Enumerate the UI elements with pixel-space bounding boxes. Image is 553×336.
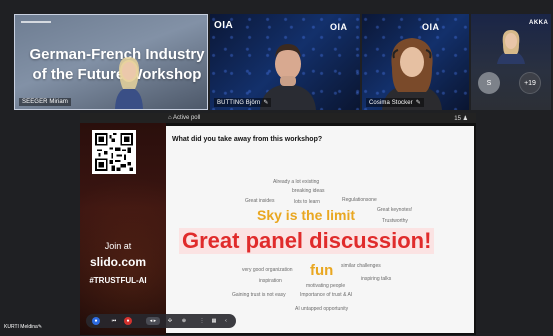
participant-name: BUTTING Björn ✎	[214, 98, 272, 107]
join-label: Join at	[104, 241, 132, 251]
participant-name: SEEGER Miriam	[19, 98, 71, 106]
previous-icon[interactable]: ⏮	[110, 317, 118, 325]
word-cloud-entry: lots to learn	[294, 199, 320, 205]
speaker-figure	[497, 30, 525, 64]
word-cloud-entry: very good organization	[242, 267, 293, 273]
word-cloud-entry: similar challenges	[341, 263, 381, 269]
event-logo	[21, 21, 51, 31]
slido-url: slido.com	[89, 255, 146, 269]
word-cloud-entry: AI untapped opportunity	[295, 306, 349, 312]
word-cloud-entry: Already a lot existing	[273, 179, 320, 185]
mic-muted-icon: ✎	[415, 100, 421, 106]
video-tile-seeger[interactable]: German-French Industry of the Future Wor…	[14, 14, 208, 110]
audio-control[interactable]: ◂ ▸	[146, 317, 160, 325]
video-tile-akka[interactable]: AKKA	[471, 14, 551, 110]
record-button[interactable]: ●	[124, 317, 132, 325]
mic-muted-icon: ✎	[37, 324, 43, 330]
word-cloud-entry: fun	[310, 262, 334, 279]
pointer-icon[interactable]: ✣	[166, 317, 174, 325]
active-poll-label: ⌂ Active poll	[168, 115, 201, 121]
participant-name: Cosima Stocker ✎	[366, 98, 424, 107]
video-tile-butting[interactable]: OIA OIA BUTTING Björn ✎	[210, 14, 360, 110]
event-code: #TRUSTFUL-AI	[89, 276, 147, 285]
oia-logo: OIA	[214, 20, 234, 31]
word-cloud-entry: inspiring talks	[361, 276, 392, 282]
video-tile-stocker[interactable]: OIA Cosima Stocker ✎	[362, 14, 469, 110]
mic-muted-icon: ✎	[263, 100, 269, 106]
grid-icon[interactable]: ▦	[210, 317, 218, 325]
word-cloud-poll: What did you take away from this worksho…	[166, 126, 474, 333]
settings-icon[interactable]: ⋮	[198, 317, 206, 325]
presentation-toolbar: ● ⏮ ● ◂ ▸ ✣ ⊕ ⋮ ▦ ‹	[86, 314, 236, 328]
speaker-figure	[115, 57, 143, 109]
meeting-window: German-French Industry of the Future Wor…	[0, 0, 553, 336]
word-cloud-entry: Gaining trust is not easy	[232, 292, 286, 298]
word-cloud-entry: Great insides	[245, 198, 275, 204]
oia-logo-right: OIA	[330, 22, 348, 32]
poll-question: What did you take away from this worksho…	[172, 136, 323, 143]
response-count: 15 ♟	[454, 116, 468, 122]
word-cloud-entry: Great keynotes!	[377, 207, 413, 213]
more-participants-button[interactable]: +19	[519, 72, 541, 94]
word-cloud-entry: Sky is the limit	[257, 207, 356, 223]
participant-avatar[interactable]: S	[478, 72, 500, 94]
participant-name: KURTI Meldina✎	[4, 324, 43, 330]
zoom-icon[interactable]: ⊕	[180, 317, 188, 325]
qr-code	[92, 130, 136, 174]
collapse-icon[interactable]: ‹	[222, 317, 230, 325]
participant-icon[interactable]: ●	[92, 317, 100, 325]
word-cloud-entry: Trustworthy	[382, 218, 408, 224]
poll-header-bar: ⌂ Active poll 15 ♟	[80, 113, 476, 123]
word-cloud-entry: motivating people	[306, 283, 346, 289]
akka-logo: AKKA	[529, 20, 549, 26]
word-cloud-entry-top: Great panel discussion!	[179, 228, 435, 254]
word-cloud-entry: breaking ideas	[292, 188, 325, 194]
word-cloud-entry: Importance of trust & AI	[300, 292, 353, 298]
word-cloud-entry: Regulationsone	[342, 197, 377, 203]
word-cloud-entry: inspiration	[259, 278, 282, 284]
